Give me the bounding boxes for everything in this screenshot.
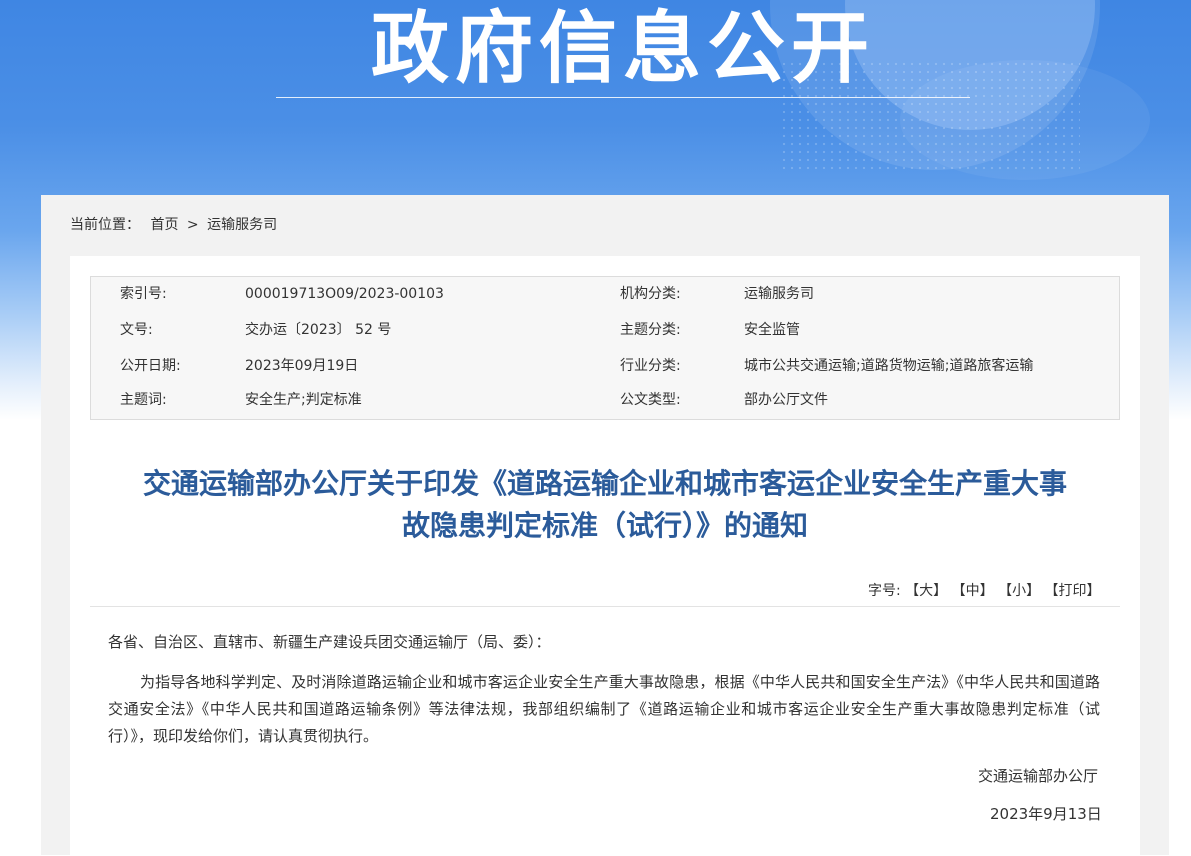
print-button[interactable]: 【打印】 bbox=[1045, 583, 1101, 599]
meta-doctype-value: 部办公厅文件 bbox=[744, 392, 828, 408]
divider bbox=[90, 606, 1120, 607]
meta-docno-value: 交办运〔2023〕 52 号 bbox=[245, 322, 392, 338]
meta-date-value: 2023年09月19日 bbox=[245, 358, 359, 374]
article-title-line: 故隐患判定标准（试行）》的通知 bbox=[401, 509, 808, 542]
meta-keyword-label: 主题词: bbox=[120, 392, 167, 408]
issue-date: 2023年9月13日 bbox=[990, 805, 1102, 823]
meta-keyword-value: 安全生产;判定标准 bbox=[245, 392, 362, 408]
meta-doctype-label: 公文类型: bbox=[620, 392, 681, 408]
article-title-line: 交通运输部办公厅关于印发《道路运输企业和城市客运企业安全生产重大事 bbox=[142, 467, 1067, 500]
font-size-toolbar: 字号: 【大】 【中】 【小】 【打印】 bbox=[868, 582, 1101, 600]
salutation: 各省、自治区、直辖市、新疆生产建设兵团交通运输厅（局、委）： bbox=[108, 633, 551, 651]
breadcrumb: 当前位置： 首页 > 运输服务司 bbox=[70, 214, 277, 236]
font-small-button[interactable]: 【小】 bbox=[998, 583, 1040, 599]
meta-org-label: 机构分类: bbox=[620, 286, 681, 302]
font-medium-button[interactable]: 【中】 bbox=[952, 583, 994, 599]
font-large-button[interactable]: 【大】 bbox=[905, 583, 947, 599]
meta-org-value: 运输服务司 bbox=[744, 286, 814, 302]
meta-index-value: 000019713O09/2023-00103 bbox=[245, 286, 444, 302]
meta-docno-label: 文号: bbox=[120, 322, 153, 338]
signer: 交通运输部办公厅 bbox=[978, 767, 1099, 785]
breadcrumb-home-link[interactable]: 首页 bbox=[150, 214, 178, 236]
font-size-label: 字号: bbox=[868, 583, 901, 599]
meta-date-label: 公开日期: bbox=[120, 358, 181, 374]
banner-underline bbox=[276, 97, 970, 98]
meta-index-label: 索引号: bbox=[120, 286, 167, 302]
breadcrumb-current-link[interactable]: 运输服务司 bbox=[207, 214, 277, 236]
body-paragraph: 为指导各地科学判定、及时消除道路运输企业和城市客运企业安全生产重大事故隐患，根据… bbox=[108, 673, 1100, 745]
breadcrumb-label: 当前位置： bbox=[70, 217, 140, 233]
banner-title: 政府信息公开 bbox=[370, 4, 875, 94]
meta-topic-value: 安全监管 bbox=[744, 322, 800, 338]
article-title: 交通运输部办公厅关于印发《道路运输企业和城市客运企业安全生产重大事 故隐患判定标… bbox=[90, 463, 1120, 547]
breadcrumb-separator: > bbox=[186, 217, 199, 233]
meta-topic-label: 主题分类: bbox=[620, 322, 681, 338]
meta-industry-value: 城市公共交通运输;道路货物运输;道路旅客运输 bbox=[744, 358, 1034, 374]
meta-industry-label: 行业分类: bbox=[620, 358, 681, 374]
